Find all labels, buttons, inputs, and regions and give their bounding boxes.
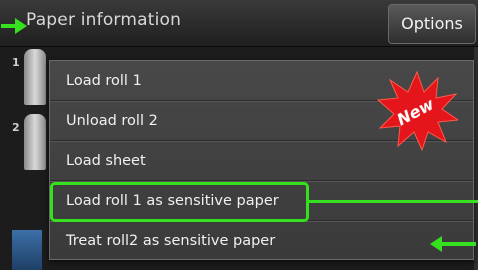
roll-1-icon [24, 49, 46, 105]
title-bar: Paper information Options [0, 0, 478, 47]
highlight-leader-line [309, 200, 478, 203]
page-title: Paper information [26, 10, 182, 30]
highlight-frame [50, 182, 309, 222]
sheet-icon [12, 230, 42, 270]
arrow-right-icon [1, 18, 27, 34]
roll-number-2: 2 [12, 121, 20, 134]
arrow-left-icon [430, 236, 476, 252]
options-button[interactable]: Options [388, 4, 476, 44]
new-badge: New [376, 70, 458, 152]
paper-information-screen: Paper information Options 1 2 Load roll … [0, 0, 478, 270]
menu-item-treat-roll-2-sensitive[interactable]: Treat roll2 as sensitive paper [50, 221, 473, 261]
roll-2-icon [24, 114, 46, 170]
roll-number-1: 1 [12, 56, 20, 69]
